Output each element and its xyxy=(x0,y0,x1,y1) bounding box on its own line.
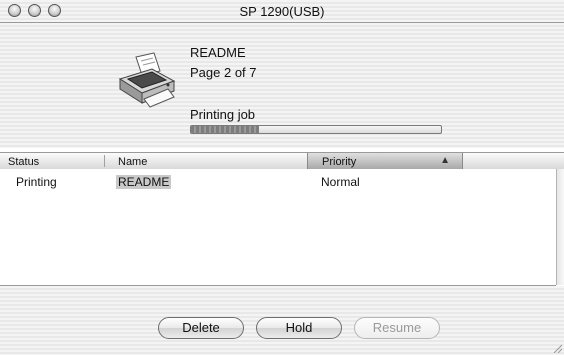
column-header-priority-cell[interactable]: Priority ▲ xyxy=(307,153,463,169)
document-name: README xyxy=(190,45,246,60)
job-status-text: Printing job xyxy=(190,107,256,122)
column-divider[interactable] xyxy=(104,155,105,167)
vertical-scrollbar[interactable] xyxy=(556,169,564,285)
hold-button[interactable]: Hold xyxy=(256,317,342,339)
row-name: README xyxy=(116,175,172,189)
row-priority: Normal xyxy=(321,175,360,189)
column-header-status[interactable]: Status xyxy=(8,155,39,169)
column-header-bar: Status Name Priority ▲ xyxy=(0,152,564,170)
column-header-name[interactable]: Name xyxy=(118,155,147,169)
title-bar[interactable]: SP 1290(USB) xyxy=(0,0,564,23)
job-info-panel: README Page 2 of 7 Printing job xyxy=(0,23,564,148)
resume-button[interactable]: Resume xyxy=(354,317,440,339)
page-progress-text: Page 2 of 7 xyxy=(190,65,257,80)
resize-grip-icon[interactable] xyxy=(552,343,562,353)
button-bar: Delete Hold Resume xyxy=(0,286,564,355)
sort-ascending-icon: ▲ xyxy=(440,155,450,166)
window-title: SP 1290(USB) xyxy=(239,4,325,19)
delete-button[interactable]: Delete xyxy=(158,317,244,339)
printer-icon xyxy=(118,52,176,108)
row-status: Printing xyxy=(16,175,57,189)
progress-fill xyxy=(191,126,259,133)
job-list[interactable]: Printing README Normal xyxy=(0,169,556,286)
progress-bar xyxy=(190,125,442,134)
column-header-priority[interactable]: Priority xyxy=(322,155,356,169)
print-queue-window: SP 1290(USB) README Page 2 of 7 Printing… xyxy=(0,0,564,355)
table-row[interactable]: Printing README Normal xyxy=(0,173,556,189)
